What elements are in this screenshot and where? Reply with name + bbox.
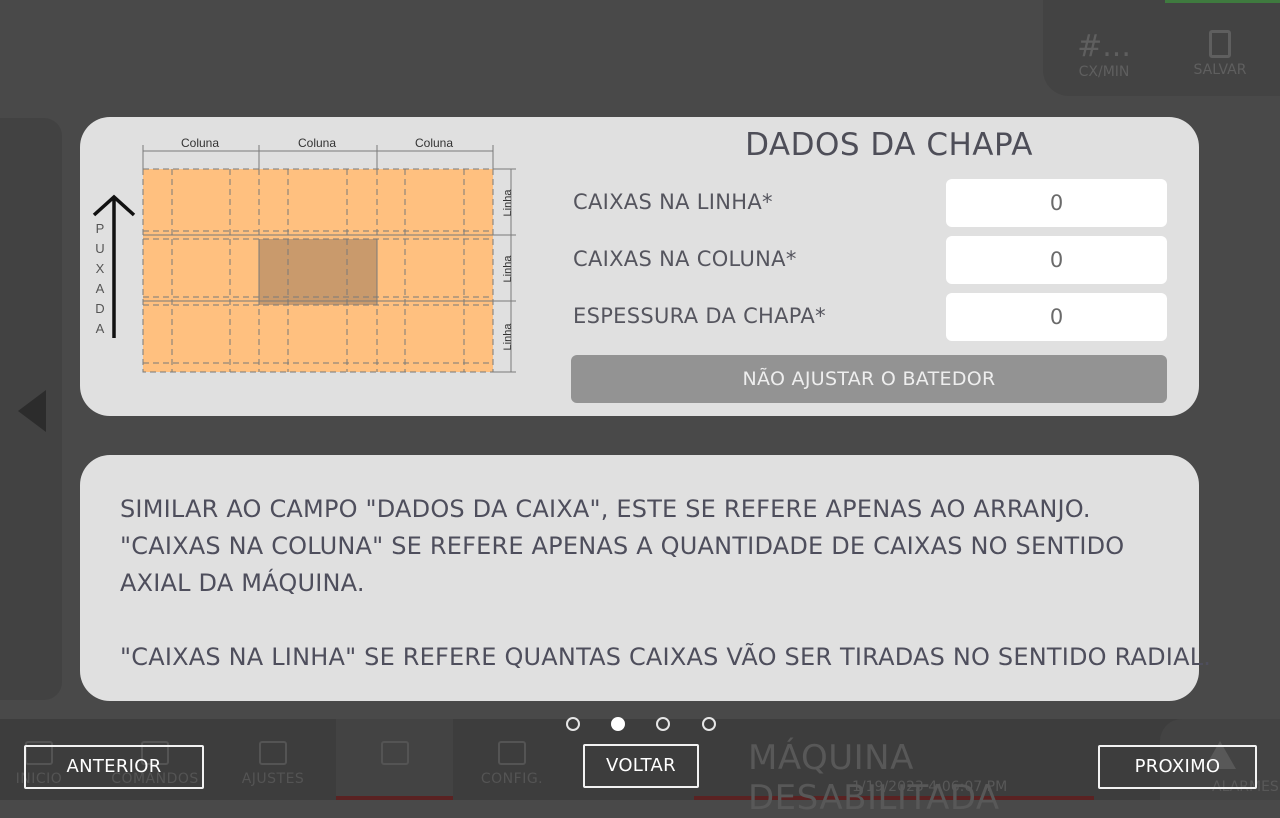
next-button[interactable]: PROXIMO (1098, 745, 1257, 789)
boxes-in-row-label: CAIXAS NA LINHA* (573, 190, 773, 214)
pull-label: P U X A D A (95, 221, 104, 336)
boxes-in-column-input[interactable] (946, 236, 1167, 284)
help-card: SIMILAR AO CAMPO "DADOS DA CAIXA", ESTE … (80, 455, 1212, 701)
nav-active-tab (336, 719, 453, 800)
column-label-1: Coluna (181, 136, 219, 150)
boxes-per-minute-value: #... (1077, 29, 1131, 64)
page-dot-4[interactable] (702, 717, 716, 731)
nav-active-item (336, 719, 453, 800)
back-button[interactable]: VOLTAR (583, 744, 699, 788)
pull-letter-5: D (95, 301, 104, 316)
help-spacer (120, 602, 1195, 639)
sheet-data-title: DADOS DA CHAPA (745, 127, 1033, 163)
nav-ajustes-label: AJUSTES (241, 771, 305, 787)
row-label-1: Linha (502, 189, 514, 217)
pull-letter-1: P (96, 221, 105, 236)
boxes-icon (380, 741, 409, 765)
boxes-in-column-label: CAIXAS NA COLUNA* (573, 247, 797, 271)
boxes-in-row-input[interactable] (946, 179, 1167, 227)
row-label-3: Linha (502, 323, 514, 351)
sliders-icon (259, 741, 287, 765)
machine-status-time: 1/19/2023 4:06:07 PM (852, 779, 1008, 795)
help-line-1: SIMILAR AO CAMPO "DADOS DA CAIXA", ESTE … (120, 495, 1091, 523)
page-dot-1[interactable] (566, 717, 580, 731)
highlighted-box (259, 239, 377, 305)
sheet-thickness-input[interactable] (946, 293, 1167, 341)
help-text: SIMILAR AO CAMPO "DADOS DA CAIXA", ESTE … (120, 491, 1212, 676)
nav-config-label: CONFIG. (480, 771, 544, 787)
pull-letter-4: A (96, 281, 105, 296)
column-label-2: Coluna (298, 136, 336, 150)
page-dot-3[interactable] (656, 717, 670, 731)
page-dot-2-active[interactable] (611, 717, 625, 731)
active-tab-underline (336, 796, 453, 800)
save-button-bg: SALVAR (1175, 30, 1265, 78)
help-line-3: AXIAL DA MÁQUINA. (120, 569, 365, 597)
status-indicator-line (1165, 0, 1280, 3)
sd-card-icon (1209, 30, 1231, 58)
nav-ajustes: AJUSTES (214, 719, 332, 800)
left-arrow-icon (18, 390, 46, 432)
help-line-4: "CAIXAS NA LINHA" SE REFERE QUANTAS CAIX… (120, 643, 1212, 671)
sheet-thickness-label: ESPESSURA DA CHAPA* (573, 304, 826, 328)
boxes-per-minute-label: CX/MIN (1078, 64, 1130, 80)
save-label: SALVAR (1193, 62, 1247, 78)
previous-button[interactable]: ANTERIOR (24, 745, 204, 789)
help-line-2: "CAIXAS NA COLUNA" SE REFERE APENAS A QU… (120, 532, 1125, 560)
tools-icon (498, 741, 526, 765)
sheet-layout-diagram: Coluna Coluna Coluna Linha Linha Linha P… (92, 136, 516, 373)
do-not-adjust-beater-button[interactable]: NÃO AJUSTAR O BATEDOR (571, 355, 1167, 403)
pull-letter-3: X (96, 261, 105, 276)
pull-letter-6: A (96, 321, 105, 336)
sheet-data-card: Coluna Coluna Coluna Linha Linha Linha P… (80, 117, 1199, 416)
machine-status-title: MÁQUINA DESABILITADA (748, 738, 1000, 818)
row-label-2: Linha (502, 255, 514, 283)
nav-config: CONFIG. (453, 719, 571, 800)
top-stats-panel: #... CX/MIN SALVAR (1043, 0, 1280, 96)
boxes-per-minute-stat: #... CX/MIN (1059, 29, 1149, 81)
pull-letter-2: U (95, 241, 104, 256)
column-label-3: Coluna (415, 136, 453, 150)
